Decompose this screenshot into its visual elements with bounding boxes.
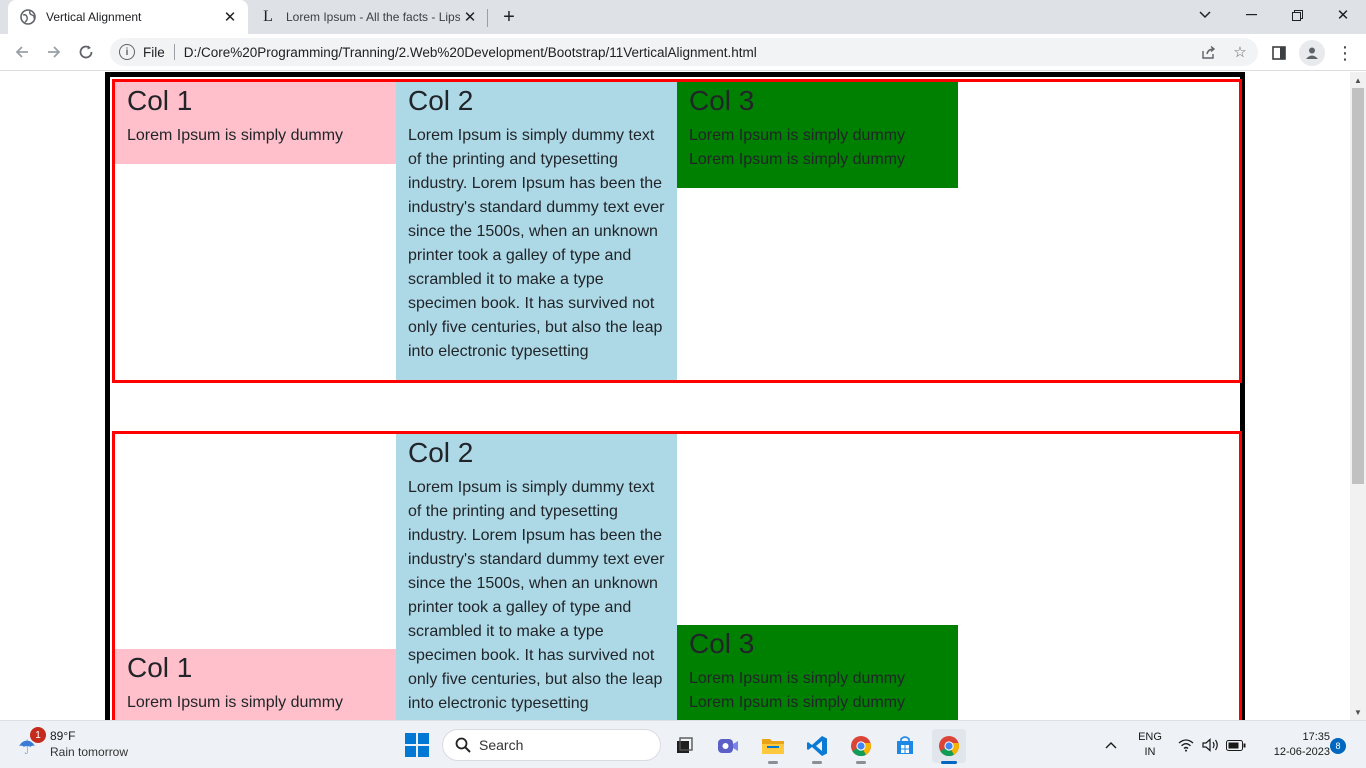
row1-col1: Col 1 Lorem Ipsum is simply dummy [115, 82, 396, 164]
close-tab-icon[interactable]: ✕ [220, 7, 240, 27]
clock-time: 17:35 [1302, 731, 1330, 743]
minimize-button[interactable] [1228, 0, 1274, 30]
share-icon[interactable] [1194, 38, 1222, 66]
scheme-label: File [143, 44, 165, 60]
info-icon[interactable]: i [119, 44, 135, 60]
browser-toolbar: i File D:/Core%20Programming/Tranning/2.… [0, 34, 1366, 71]
url-text[interactable]: D:/Core%20Programming/Tranning/2.Web%20D… [184, 45, 757, 60]
language-region: IN [1144, 746, 1156, 758]
tab-vertical-alignment[interactable]: Vertical Alignment ✕ [8, 0, 248, 34]
vertical-scrollbar[interactable]: ▲ ▼ [1350, 72, 1366, 720]
scrollbar-thumb[interactable] [1352, 88, 1364, 484]
store-icon[interactable] [888, 729, 922, 763]
col-heading: Col 2 [408, 437, 474, 468]
vscode-icon[interactable] [800, 729, 834, 764]
close-tab-icon[interactable]: ✕ [460, 7, 480, 27]
col-text: Lorem Ipsum is simply dummy text of the … [408, 127, 665, 360]
weather-desc: Rain tomorrow [50, 745, 129, 759]
col-text-line: Lorem Ipsum is simply dummy [689, 694, 906, 711]
chevron-up-icon[interactable] [1100, 721, 1122, 768]
language-indicator[interactable]: ENG IN [1136, 730, 1164, 760]
col-heading: Col 1 [127, 652, 193, 683]
lipsum-icon: L [263, 8, 273, 25]
side-panel-icon [1272, 46, 1286, 60]
container: Col 1 Lorem Ipsum is simply dummy Col 2 … [105, 72, 1245, 720]
forward-button[interactable] [42, 40, 66, 64]
chrome-active-icon[interactable] [932, 729, 966, 764]
search-label: Search [479, 737, 524, 753]
page-viewport: Col 1 Lorem Ipsum is simply dummy Col 2 … [0, 72, 1350, 720]
search-icon [455, 737, 471, 753]
row-align-end: Col 1 Lorem Ipsum is simply dummy Col 2 … [112, 431, 1242, 720]
running-indicator [941, 761, 957, 764]
arrow-left-icon [15, 46, 28, 58]
address-divider [173, 44, 175, 60]
taskbar-search[interactable]: Search [442, 729, 661, 761]
col-heading: Col 2 [408, 85, 474, 116]
running-indicator [768, 761, 778, 764]
start-button[interactable] [405, 733, 429, 757]
close-window-button[interactable]: ✕ [1320, 0, 1366, 30]
row-align-start: Col 1 Lorem Ipsum is simply dummy Col 2 … [112, 79, 1242, 383]
chrome-icon[interactable] [844, 729, 878, 764]
col-text-line: Lorem Ipsum is simply dummy [689, 670, 906, 687]
side-panel-button[interactable] [1266, 40, 1292, 66]
profile-avatar[interactable] [1299, 40, 1325, 66]
new-tab-button[interactable]: + [497, 5, 521, 29]
restore-button[interactable] [1274, 0, 1320, 30]
menu-kebab-icon[interactable]: ⋮ [1332, 40, 1358, 66]
reload-icon [79, 45, 93, 59]
back-button[interactable] [10, 40, 34, 64]
volume-icon[interactable] [1200, 721, 1222, 768]
scroll-up-arrow-icon[interactable]: ▲ [1350, 72, 1366, 88]
row2-col1: Col 1 Lorem Ipsum is simply dummy [115, 649, 396, 720]
chevron-down-icon [1199, 11, 1211, 19]
notification-badge[interactable]: 8 [1330, 738, 1346, 754]
wifi-icon[interactable] [1176, 721, 1196, 768]
row1-col2: Col 2 Lorem Ipsum is simply dummy text o… [396, 82, 677, 380]
col-heading: Col 1 [127, 85, 193, 116]
row2-col2: Col 2 Lorem Ipsum is simply dummy text o… [396, 434, 677, 720]
running-indicator [812, 761, 822, 764]
col-text: Lorem Ipsum is simply dummy text of the … [408, 479, 665, 712]
reload-button[interactable] [74, 40, 98, 64]
person-icon [1306, 47, 1318, 59]
clock[interactable]: 17:35 12-06-2023 [1254, 730, 1330, 760]
col-heading: Col 3 [689, 628, 755, 659]
tab-title: Lorem Ipsum - All the facts - Lipsum [286, 10, 460, 24]
language-code: ENG [1138, 731, 1162, 743]
scroll-down-arrow-icon[interactable]: ▼ [1350, 704, 1366, 720]
task-view-icon[interactable] [667, 729, 701, 763]
taskbar: ☂ 1 89°F Rain tomorrow Search ENG IN 17:… [0, 720, 1366, 768]
weather-widget[interactable]: ☂ 1 89°F Rain tomorrow [18, 727, 158, 763]
battery-icon[interactable] [1224, 721, 1248, 768]
file-explorer-icon[interactable] [756, 729, 790, 764]
col-text-line: Lorem Ipsum is simply dummy [689, 151, 906, 168]
weather-badge: 1 [30, 727, 46, 743]
col-text-line: Lorem Ipsum is simply dummy [689, 127, 906, 144]
tab-search-button[interactable] [1182, 0, 1228, 30]
address-bar[interactable]: i File D:/Core%20Programming/Tranning/2.… [110, 38, 1258, 66]
row2-col3: Col 3 Lorem Ipsum is simply dummy Lorem … [677, 625, 958, 720]
tab-strip: Vertical Alignment ✕ L Lorem Ipsum - All… [0, 0, 1366, 34]
col-text: Lorem Ipsum is simply dummy [127, 694, 344, 711]
tab-title: Vertical Alignment [46, 10, 142, 24]
tab-lorem-ipsum[interactable]: L Lorem Ipsum - All the facts - Lipsum ✕ [250, 0, 488, 34]
teams-icon[interactable] [711, 729, 745, 763]
weather-temp: 89°F [50, 729, 76, 743]
tab-separator [487, 9, 488, 27]
running-indicator [856, 761, 866, 764]
bookmark-star-icon[interactable]: ☆ [1226, 38, 1254, 66]
clock-date: 12-06-2023 [1273, 746, 1330, 758]
col-text: Lorem Ipsum is simply dummy [127, 127, 344, 144]
row1-col3: Col 3 Lorem Ipsum is simply dummy Lorem … [677, 82, 958, 188]
globe-icon [20, 9, 36, 25]
col-heading: Col 3 [689, 85, 755, 116]
windows-logo-icon [405, 733, 416, 744]
arrow-right-icon [48, 46, 61, 58]
